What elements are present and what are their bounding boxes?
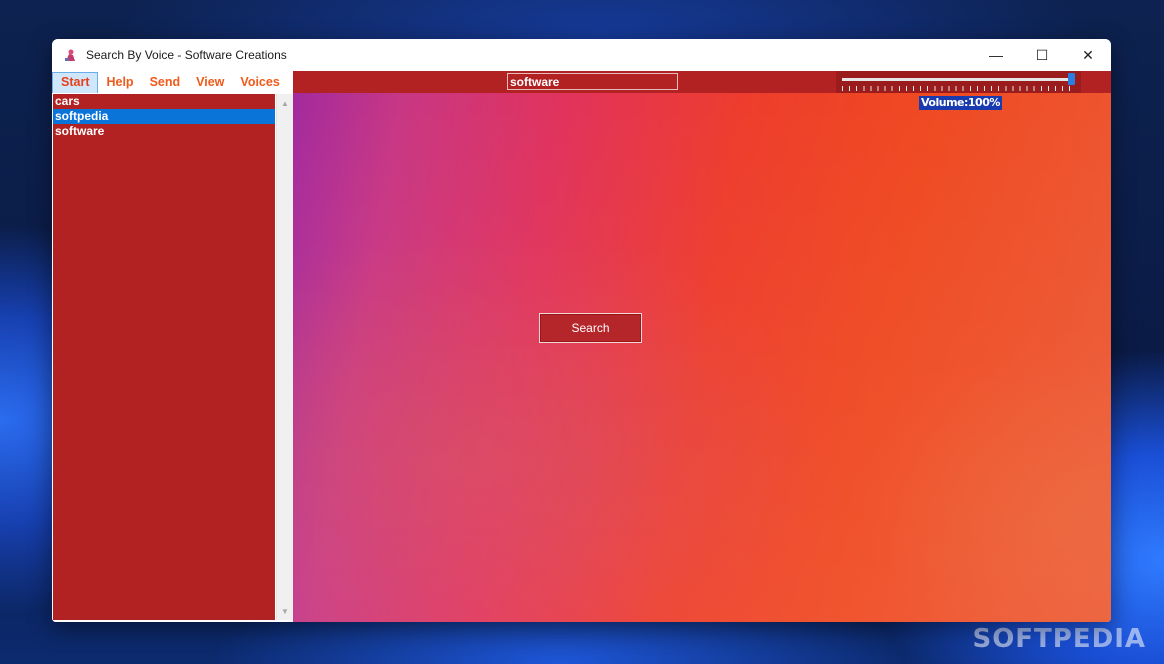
app-window: Search By Voice - Software Creations — ☐… — [52, 39, 1111, 622]
menu-help[interactable]: Help — [98, 72, 141, 92]
content-area: Search — [293, 93, 1111, 622]
maximize-button[interactable]: ☐ — [1019, 39, 1065, 71]
app-icon — [62, 47, 78, 63]
watermark: SOFTPEDIA — [972, 624, 1146, 654]
search-button[interactable]: Search — [539, 313, 642, 343]
menu-view[interactable]: View — [188, 72, 232, 92]
minimize-button[interactable]: — — [973, 39, 1019, 71]
close-button[interactable]: ✕ — [1065, 39, 1111, 71]
list-item[interactable]: software — [53, 124, 275, 139]
search-toolbar — [293, 71, 1111, 93]
search-input[interactable] — [507, 73, 678, 90]
volume-control — [836, 71, 1081, 93]
scroll-down-icon[interactable]: ▼ — [277, 604, 293, 618]
list-item[interactable]: cars — [53, 94, 275, 109]
list-item-selected[interactable]: softpedia — [53, 109, 275, 124]
window-title: Search By Voice - Software Creations — [86, 48, 287, 62]
scroll-up-icon[interactable]: ▲ — [277, 96, 293, 110]
menu-voices[interactable]: Voices — [232, 72, 287, 92]
history-list[interactable]: cars softpedia software — [53, 94, 275, 620]
title-bar[interactable]: Search By Voice - Software Creations — ☐… — [52, 39, 1111, 71]
volume-slider-track[interactable] — [842, 73, 1075, 85]
menu-start[interactable]: Start — [52, 72, 99, 94]
volume-label: Volume:100% — [919, 96, 1002, 110]
menu-bar: Start Help Send View Voices — [52, 71, 293, 94]
volume-slider-thumb[interactable] — [1068, 73, 1075, 85]
window-controls: — ☐ ✕ — [973, 39, 1111, 71]
history-scrollbar[interactable]: ▲ ▼ — [276, 94, 293, 620]
menu-send[interactable]: Send — [142, 72, 189, 92]
history-panel: cars softpedia software ▲ ▼ — [52, 93, 293, 622]
volume-slider-ticks — [842, 86, 1072, 91]
